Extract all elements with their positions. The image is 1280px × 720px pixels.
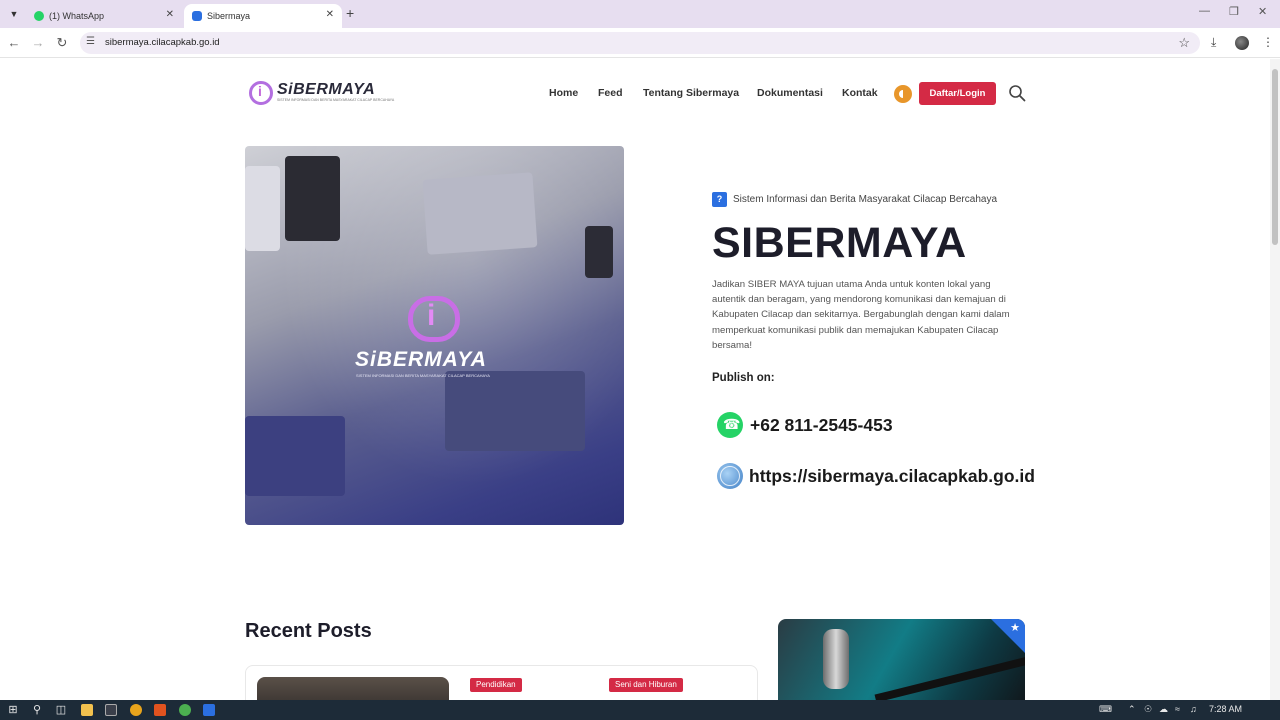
- recent-posts-list: Pendidikan Seni dan Hiburan: [245, 665, 758, 700]
- tray-chevron-icon[interactable]: ⌃: [1128, 704, 1136, 715]
- tab-sibermaya[interactable]: Sibermaya ✕: [184, 4, 342, 28]
- search-icon[interactable]: [1008, 84, 1026, 102]
- chrome-active-icon[interactable]: [179, 704, 191, 716]
- nav-kontak[interactable]: Kontak: [842, 87, 878, 99]
- url-text[interactable]: sibermaya.cilacapkab.go.id: [105, 37, 220, 48]
- forward-arrow-icon[interactable]: →: [30, 35, 46, 50]
- hero-title: SIBERMAYA: [712, 219, 967, 267]
- wifi-icon[interactable]: ≈: [1175, 704, 1180, 714]
- category-badge[interactable]: Pendidikan: [470, 678, 522, 692]
- scroll-thumb[interactable]: [1272, 69, 1278, 245]
- tab-whatsapp[interactable]: (1) WhatsApp ✕: [26, 4, 182, 28]
- windows-start-icon[interactable]: ⊞: [6, 703, 20, 717]
- minimize-icon[interactable]: —: [1199, 5, 1210, 17]
- post-thumbnail[interactable]: [257, 677, 449, 700]
- address-bar[interactable]: ☰ sibermaya.cilacapkab.go.id ☆: [80, 32, 1200, 54]
- microphone-illustration: [823, 629, 849, 689]
- clock-time[interactable]: 7:28 AM: [1209, 704, 1242, 714]
- hero-image: SiBERMAYA SISTEM INFORMASI DAN BERITA MA…: [245, 146, 624, 525]
- browser-toolbar: ← → ↻ ☰ sibermaya.cilacapkab.go.id ☆ ⤓ ⋮: [0, 28, 1280, 58]
- phone-number[interactable]: +62 811-2545-453: [750, 415, 893, 436]
- site-info-icon[interactable]: ☰: [86, 36, 95, 47]
- network-icon[interactable]: ☉: [1144, 704, 1152, 715]
- logo-mark-icon: [249, 81, 273, 105]
- tagline-text: Sistem Informasi dan Berita Masyarakat C…: [733, 194, 998, 205]
- login-button[interactable]: Daftar/Login: [919, 82, 996, 105]
- whatsapp-favicon-icon: [34, 11, 44, 21]
- nav-tentang[interactable]: Tentang Sibermaya: [643, 87, 739, 99]
- theme-toggle-icon[interactable]: [894, 85, 912, 103]
- word-icon[interactable]: [203, 704, 215, 716]
- star-icon: ★: [1010, 622, 1020, 634]
- window-close-icon[interactable]: ✕: [1258, 5, 1267, 18]
- restore-icon[interactable]: ❐: [1229, 5, 1239, 18]
- logo-tagline: SISTEM INFORMASI DAN BERITA MASYARAKAT C…: [277, 98, 395, 102]
- volume-icon[interactable]: ♫: [1190, 704, 1197, 714]
- publish-label: Publish on:: [712, 372, 775, 384]
- hero-logo-mark-icon: [408, 296, 460, 342]
- whatsapp-icon: [717, 412, 743, 438]
- bookmark-star-icon[interactable]: ☆: [1178, 35, 1190, 51]
- website-contact[interactable]: https://sibermaya.cilacapkab.go.id: [717, 463, 1035, 489]
- featured-post-card[interactable]: ★: [778, 619, 1025, 700]
- sibermaya-favicon-icon: [192, 11, 202, 21]
- store-icon[interactable]: [105, 704, 117, 716]
- website-link[interactable]: https://sibermaya.cilacapkab.go.id: [749, 466, 1035, 487]
- tab-search-chevron-icon[interactable]: ▼: [4, 4, 24, 24]
- globe-icon: [717, 463, 743, 489]
- nav-home[interactable]: Home: [549, 87, 578, 99]
- site-logo[interactable]: SiBERMAYA SISTEM INFORMASI DAN BERITA MA…: [249, 80, 394, 106]
- hero-tagline: ? Sistem Informasi dan Berita Masyarakat…: [712, 192, 997, 207]
- back-arrow-icon[interactable]: ←: [6, 35, 22, 50]
- page-scrollbar[interactable]: [1270, 59, 1280, 700]
- question-icon: ?: [712, 192, 727, 207]
- mic-arm-illustration: [874, 653, 1025, 700]
- os-taskbar: ⊞ ⚲ ◫ ⌨ ⌃ ☉ ☁ ≈ ♫ 7:28 AM: [0, 700, 1280, 720]
- reload-icon[interactable]: ↻: [54, 35, 70, 51]
- file-explorer-icon[interactable]: [81, 704, 93, 716]
- profile-avatar[interactable]: [1235, 36, 1249, 50]
- category-badge[interactable]: Seni dan Hiburan: [609, 678, 683, 692]
- web-page: SiBERMAYA SISTEM INFORMASI DAN BERITA MA…: [0, 59, 1270, 700]
- more-menu-icon[interactable]: ⋮: [1262, 35, 1274, 49]
- recent-posts-title: Recent Posts: [245, 620, 372, 642]
- phone-illustration: [585, 226, 613, 278]
- phone-contact[interactable]: +62 811-2545-453: [717, 412, 893, 438]
- nav-feed[interactable]: Feed: [598, 87, 623, 99]
- logo-text: SiBERMAYA: [277, 81, 376, 98]
- laptop-illustration: [245, 416, 345, 496]
- download-icon[interactable]: ⤓: [1211, 35, 1216, 50]
- hero-description: Jadikan SIBER MAYA tujuan utama Anda unt…: [712, 279, 1010, 351]
- app-icon[interactable]: [154, 704, 166, 716]
- hero-logo-tagline: SISTEM INFORMASI DAN BERITA MASYARAKAT C…: [356, 373, 490, 378]
- nav-dokumentasi[interactable]: Dokumentasi: [757, 87, 823, 99]
- browser-tabstrip: ▼ (1) WhatsApp ✕ Sibermaya ✕ + — ❐ ✕: [0, 0, 1280, 28]
- chrome-icon[interactable]: [130, 704, 142, 716]
- close-tab-icon[interactable]: ✕: [326, 9, 334, 20]
- laptop-illustration: [245, 166, 280, 251]
- cloud-icon[interactable]: ☁: [1159, 704, 1168, 715]
- close-tab-icon[interactable]: ✕: [166, 9, 174, 20]
- new-tab-plus-icon[interactable]: +: [346, 5, 354, 21]
- notebook-illustration: [285, 156, 340, 241]
- laptop-illustration: [422, 172, 538, 255]
- keyboard-icon[interactable]: ⌨: [1099, 704, 1112, 715]
- tab-title: (1) WhatsApp: [49, 11, 105, 21]
- tab-title: Sibermaya: [207, 11, 251, 21]
- hero-logo-text: SiBERMAYA: [355, 348, 487, 371]
- task-view-icon[interactable]: ◫: [54, 703, 68, 717]
- search-icon[interactable]: ⚲: [30, 703, 44, 717]
- laptop-illustration: [445, 371, 585, 451]
